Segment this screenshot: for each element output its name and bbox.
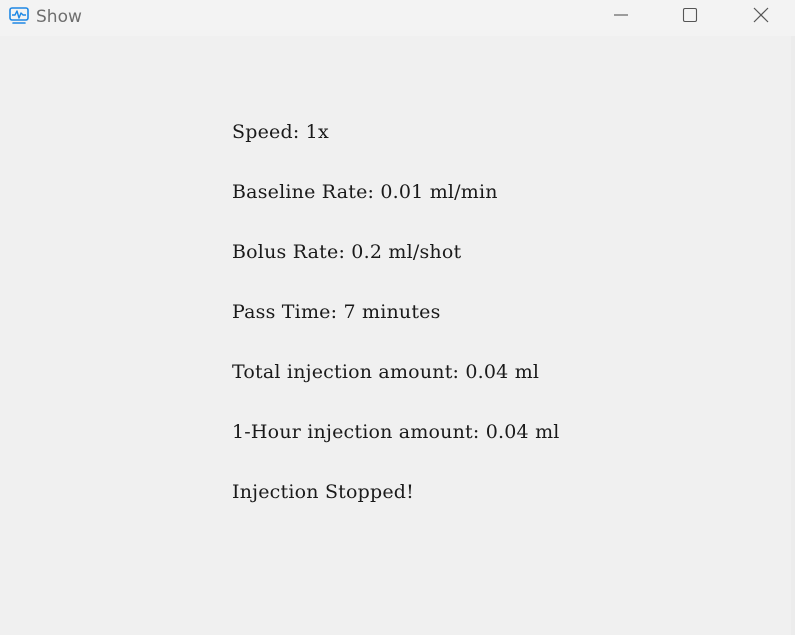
close-icon bbox=[752, 6, 770, 29]
bolus-rate-label: Bolus Rate: 0.2 ml/shot bbox=[232, 241, 462, 263]
title-bar[interactable]: Show bbox=[0, 0, 795, 36]
baseline-rate-label: Baseline Rate: 0.01 ml/min bbox=[232, 181, 498, 203]
minimize-icon bbox=[613, 7, 629, 28]
minimize-button[interactable] bbox=[598, 0, 644, 34]
window-edge bbox=[791, 36, 795, 635]
hour-injection-label: 1-Hour injection amount: 0.04 ml bbox=[232, 421, 560, 443]
injection-status-label: Injection Stopped! bbox=[232, 481, 415, 503]
close-button[interactable] bbox=[738, 0, 784, 34]
speed-label: Speed: 1x bbox=[232, 121, 329, 143]
content-area: Speed: 1x Baseline Rate: 0.01 ml/min Bol… bbox=[0, 36, 795, 635]
window-title: Show bbox=[36, 7, 82, 27]
total-injection-label: Total injection amount: 0.04 ml bbox=[232, 361, 540, 383]
pass-time-label: Pass Time: 7 minutes bbox=[232, 301, 441, 323]
maximize-icon bbox=[682, 7, 698, 28]
show-window: Show Speed: 1x Baseline Rate: 0.01 ml/mi… bbox=[0, 0, 795, 635]
maximize-button[interactable] bbox=[667, 0, 713, 34]
activity-monitor-icon bbox=[9, 7, 29, 25]
